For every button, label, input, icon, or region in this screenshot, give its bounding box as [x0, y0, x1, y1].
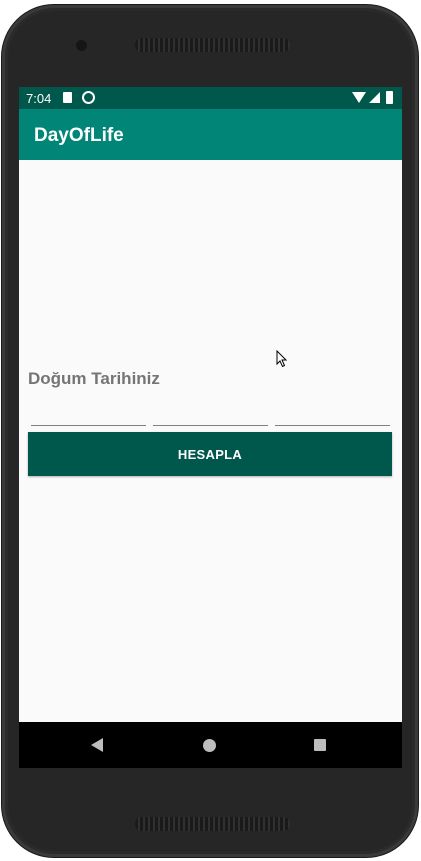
battery-icon	[386, 91, 393, 104]
year-input[interactable]	[275, 399, 390, 426]
status-time: 7:04	[26, 91, 52, 106]
birthdate-label: Doğum Tarihiniz	[28, 369, 160, 388]
status-bar: 7:04	[19, 87, 402, 109]
app-title: DayOfLife	[34, 125, 124, 146]
mouse-cursor-icon	[276, 350, 288, 368]
calculate-button[interactable]: HESAPLA	[28, 432, 392, 476]
sd-card-icon	[63, 92, 72, 103]
month-input[interactable]	[153, 399, 268, 426]
signal-icon	[369, 92, 380, 103]
app-bar: DayOfLife	[19, 109, 402, 160]
front-camera	[76, 40, 87, 51]
navigation-bar	[19, 722, 402, 768]
home-icon[interactable]	[203, 739, 216, 752]
bottom-speaker	[135, 817, 290, 831]
wifi-icon	[352, 92, 366, 103]
sync-icon	[82, 91, 95, 104]
day-input[interactable]	[31, 399, 146, 426]
screen: 7:04 DayOfLife Doğum Tarihiniz HESAPLA	[19, 87, 402, 768]
top-speaker	[135, 38, 290, 52]
recents-icon[interactable]	[314, 739, 326, 751]
back-icon[interactable]	[91, 738, 103, 752]
